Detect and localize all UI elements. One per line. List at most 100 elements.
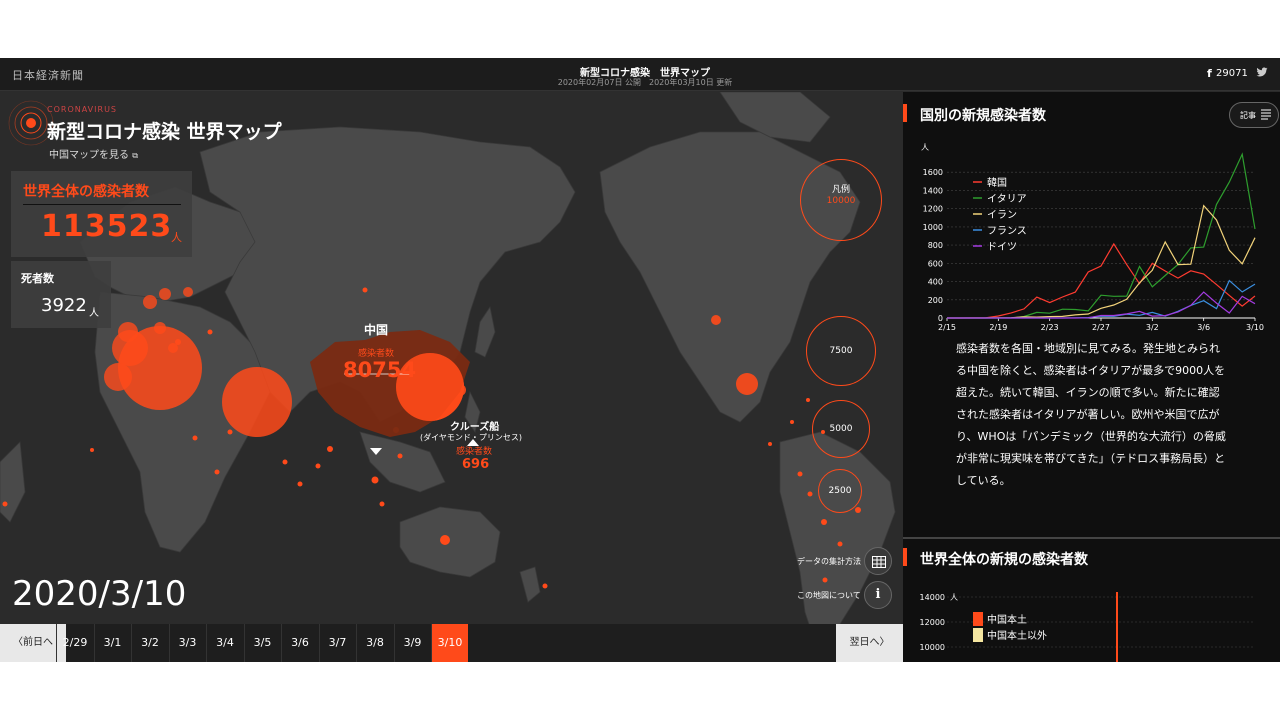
china-cases-count: 80754 bbox=[343, 358, 417, 382]
legend-swatch-1 bbox=[973, 628, 983, 642]
page-header-dates: 2020年02月07日 公開 2020年03月10日 更新 bbox=[557, 78, 733, 87]
timeline-day-3-7[interactable]: 3/7 bbox=[318, 624, 356, 662]
bar-china-peak bbox=[1116, 592, 1118, 662]
legend-label-3: フランス bbox=[987, 225, 1027, 237]
timeline-day-3-8[interactable]: 3/8 bbox=[356, 624, 393, 662]
cruise-cases-label: 感染者数 bbox=[456, 447, 493, 457]
x-tick-label: 2/15 bbox=[938, 323, 956, 332]
chevron-right-icon: 〉 bbox=[879, 637, 890, 648]
timeline-day-3-4[interactable]: 3/4 bbox=[206, 624, 243, 662]
table-icon bbox=[872, 556, 886, 568]
total-cases-box: 世界全体の感染者数 113523 人 bbox=[11, 171, 192, 257]
series-line-0 bbox=[947, 242, 1256, 319]
circle-iran bbox=[222, 367, 292, 437]
series-line-2 bbox=[947, 204, 1256, 319]
world-map[interactable]: CORONAVIRUS 新型コロナ感染 世界マップ 中国マップを見る ⧉ 世界全… bbox=[0, 92, 903, 662]
y-tick-label: 1400 bbox=[923, 186, 943, 195]
legend-value-2500: 2500 bbox=[828, 486, 852, 496]
x-tick-label: 3/10 bbox=[1246, 323, 1264, 332]
data-method-label[interactable]: データの集計方法 bbox=[797, 556, 861, 567]
next-day-label: 翌日へ bbox=[849, 637, 880, 648]
china-label: 中国 bbox=[364, 323, 389, 337]
legend-circle-2500: 2500 bbox=[818, 469, 862, 513]
y-tick-label: 600 bbox=[928, 259, 943, 268]
y-tick-label: 12000 bbox=[920, 618, 945, 627]
deaths-box: 死者数 3922 人 bbox=[11, 261, 111, 328]
total-cases-rule bbox=[23, 204, 181, 205]
section-accent-2 bbox=[903, 548, 907, 566]
section-title-global-cases: 世界全体の新規の感染者数 bbox=[920, 552, 1088, 568]
legend-label-0: 韓国 bbox=[987, 177, 1007, 189]
facebook-icon[interactable]: f bbox=[1207, 67, 1212, 80]
total-cases-value: 113523 bbox=[41, 209, 173, 244]
deaths-unit: 人 bbox=[89, 308, 99, 319]
info-icon[interactable]: i bbox=[864, 581, 892, 609]
subtitle-en: CORONAVIRUS bbox=[47, 105, 118, 114]
article-button-label: 記事 bbox=[1240, 111, 1256, 120]
deaths-value: 3922 bbox=[41, 295, 87, 316]
circle-usa bbox=[736, 373, 758, 395]
total-cases-unit: 人 bbox=[171, 231, 182, 244]
legend-title: 凡例 bbox=[831, 185, 850, 195]
timeline-day-3-9[interactable]: 3/9 bbox=[393, 624, 431, 662]
y-axis-unit: 人 bbox=[950, 593, 958, 602]
china-map-link-label: 中国マップを見る bbox=[49, 150, 129, 161]
y-tick-label: 800 bbox=[928, 241, 943, 250]
legend-label-2: イラン bbox=[987, 209, 1017, 221]
main-title: 新型コロナ感染 世界マップ bbox=[47, 121, 282, 143]
x-tick-label: 2/23 bbox=[1041, 323, 1059, 332]
timeline-day-2-29[interactable]: 2/29 bbox=[56, 624, 93, 662]
series-line-3 bbox=[947, 279, 1256, 319]
article-button[interactable]: 記事 bbox=[1229, 102, 1279, 128]
prev-day-label: 前日へ bbox=[23, 637, 53, 648]
section-accent-1 bbox=[903, 104, 907, 122]
next-day-button[interactable]: 翌日へ〉 bbox=[836, 624, 903, 662]
y-tick-label: 14000 bbox=[920, 593, 945, 602]
y-tick-label: 1000 bbox=[923, 223, 943, 232]
timeline-day-3-3[interactable]: 3/3 bbox=[168, 624, 206, 662]
timeline-day-3-5[interactable]: 3/5 bbox=[243, 624, 281, 662]
top-bar: 日本経済新聞 新型コロナ感染 世界マップ 2020年02月07日 公開 2020… bbox=[0, 58, 1280, 91]
twitter-icon[interactable] bbox=[1256, 66, 1268, 78]
y-tick-label: 1200 bbox=[923, 205, 943, 214]
x-tick-label: 2/27 bbox=[1092, 323, 1110, 332]
y-tick-label: 10000 bbox=[920, 643, 945, 652]
y-axis-unit: 人 bbox=[921, 143, 929, 152]
legend-label-4: ドイツ bbox=[987, 242, 1017, 253]
about-map-label[interactable]: この地図について bbox=[797, 590, 861, 601]
timeline-day-3-6[interactable]: 3/6 bbox=[281, 624, 318, 662]
legend-value-5000: 5000 bbox=[829, 424, 853, 434]
external-link-icon: ⧉ bbox=[132, 151, 138, 160]
cruise-ship-label: クルーズ船 bbox=[450, 422, 500, 433]
timeline-day-3-10[interactable]: 3/10 bbox=[431, 624, 468, 662]
legend-value-10000: 10000 bbox=[826, 196, 856, 206]
global-new-cases-bar-chart[interactable]: 1400012000100008000人中国本土中国本土以外 bbox=[903, 572, 1280, 662]
data-method-button[interactable] bbox=[864, 547, 892, 575]
cruise-ship-sub: (ダイヤモンド・プリンセス) bbox=[420, 433, 523, 442]
x-tick-label: 2/19 bbox=[989, 323, 1007, 332]
right-panel: 国別の新規感染者数 記事 人 0 200 400 600 800 1000 1200 1400 1… bbox=[903, 92, 1280, 662]
x-tick-label: 3/2 bbox=[1146, 323, 1159, 332]
legend-value-7500: 7500 bbox=[829, 346, 853, 356]
current-date-display: 2020/3/10 bbox=[12, 574, 187, 614]
legend-label-1: 中国本土以外 bbox=[987, 629, 1047, 642]
legend-circle-7500: 7500 bbox=[806, 316, 876, 386]
legend-swatch-0 bbox=[973, 612, 983, 626]
timeline-bar: 〈前日へ 2/29 3/1 3/2 3/3 3/4 3/5 3/6 3/7 3/8 3/9 3/10… bbox=[0, 624, 903, 662]
y-tick-label: 400 bbox=[928, 278, 943, 287]
country-cases-line-chart[interactable]: 人 0 200 400 600 800 1000 1200 1400 1600 2/15 2/19 2/… bbox=[903, 128, 1280, 338]
legend-label-1: イタリア bbox=[987, 193, 1027, 205]
legend-circle-5000: 5000 bbox=[812, 400, 870, 458]
y-tick-label: 200 bbox=[928, 296, 943, 305]
legend-circle-10000: 凡例 10000 bbox=[800, 159, 882, 241]
deaths-label: 死者数 bbox=[21, 272, 54, 285]
y-tick-label: 0 bbox=[938, 314, 943, 323]
y-tick-label: 1600 bbox=[923, 168, 943, 177]
timeline-day-3-1[interactable]: 3/1 bbox=[93, 624, 131, 662]
section-divider bbox=[903, 537, 1280, 539]
china-map-link[interactable]: 中国マップを見る ⧉ bbox=[49, 146, 138, 161]
app-window: 日本経済新聞 新型コロナ感染 世界マップ 2020年02月07日 公開 2020… bbox=[0, 58, 1280, 662]
timeline-day-3-2[interactable]: 3/2 bbox=[131, 624, 168, 662]
facebook-share-count[interactable]: 29071 bbox=[1216, 68, 1248, 79]
description-text: 感染者数を各国・地域別に見てみる。発生地とみられる中国を除くと、感染者はイタリア… bbox=[956, 342, 1226, 487]
